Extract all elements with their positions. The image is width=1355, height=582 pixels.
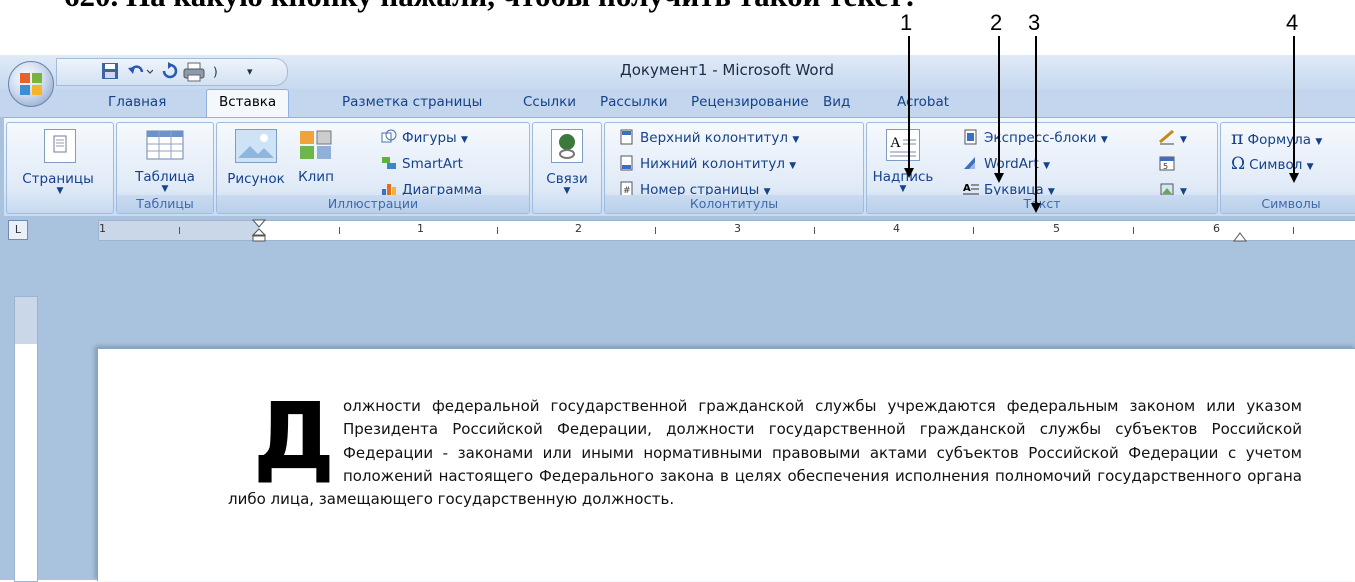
quick-access-toolbar: ) ▾ [56,58,288,86]
textbox-icon: A [886,129,920,161]
title-bar: ) ▾ Документ1 - Microsoft Word [0,55,1355,89]
indent-marker-icon[interactable] [251,219,267,246]
signature-line-button[interactable]: ▼ [1159,129,1187,149]
right-indent-marker-icon[interactable] [1233,229,1247,248]
ruler-number: 1 [99,222,106,235]
group-illustrations: Рисунок Клип Фигуры ▼ SmartArt Диаграмма… [216,122,530,214]
symbol-button[interactable]: Ω Символ ▼ [1231,155,1314,176]
tab-page-layout[interactable]: Разметка страницы [342,94,482,110]
ruler-number: 4 [893,222,900,235]
print-icon[interactable] [183,62,205,87]
callout-number-1: 1 [900,10,913,35]
signature-line-icon [1159,129,1174,145]
smartart-button[interactable]: SmartArt [381,155,463,173]
group-symbols: π Формула ▼ Ω Символ ▼ Символы [1220,122,1355,214]
office-button[interactable] [8,61,54,107]
tab-review[interactable]: Рецензирование [691,94,809,110]
ruler-number: 2 [575,222,582,235]
group-text: A Надпись ▼ Экспресс-блоки ▼ WordArt ▼ A… [866,122,1218,214]
ribbon-tabs: Главная Вставка Разметка страницы Ссылки… [0,89,1355,117]
table-icon [145,129,185,161]
document-paragraph: олжности федеральной государственной гра… [228,397,1302,509]
group-headers-footers: Верхний колонтитул ▼ Нижний колонтитул ▼… [604,122,864,214]
wordart-icon [964,157,975,169]
group-label-text: Текст [867,195,1217,213]
svg-text:A: A [963,183,971,194]
tab-acrobat[interactable]: Acrobat [897,94,949,110]
callout-arrow-3 [1031,36,1041,213]
group-label-headers-footers: Колонтитулы [605,195,863,213]
page-icon [44,129,76,163]
omega-icon: Ω [1231,154,1246,174]
chevron-down-icon: ▼ [899,184,907,194]
shapes-button[interactable]: Фигуры ▼ [381,129,468,149]
date-time-button[interactable]: 5 [1159,155,1180,173]
chevron-down-icon: ▼ [56,186,64,196]
links-icon [551,129,583,163]
horizontal-ruler[interactable]: 1 1 2 3 4 5 6 [98,219,1355,242]
footer-button[interactable]: Нижний колонтитул ▼ [619,155,796,175]
vertical-ruler[interactable] [14,296,38,582]
svg-text:5: 5 [1163,162,1168,171]
group-tables: Таблица ▼ Таблицы [116,122,214,214]
customize-qat-icon[interactable]: ) [213,62,218,82]
callout-number-3: 3 [1028,10,1041,35]
equation-button[interactable]: π Формула ▼ [1231,129,1322,151]
tab-insert[interactable]: Вставка [206,89,290,117]
group-pages: Страницы ▼ [6,122,114,214]
tab-home[interactable]: Главная [108,94,166,110]
callout-number-2: 2 [990,10,1003,35]
svg-text:A: A [890,135,901,151]
calendar-icon: 5 [1159,156,1175,171]
clip-icon [298,129,334,161]
group-label-symbols: Символы [1221,195,1355,213]
links-button[interactable]: Связи ▼ [533,129,601,196]
shapes-icon [381,129,397,143]
textbox-button[interactable]: A Надпись ▼ [861,129,945,194]
tab-references[interactable]: Ссылки [523,94,576,110]
tab-selector[interactable]: L [8,220,28,240]
pi-icon: π [1231,127,1244,149]
ruler-number: 6 [1213,222,1220,235]
group-label-illustrations: Иллюстрации [217,195,529,213]
callout-number-4: 4 [1286,10,1299,35]
chevron-down-icon: ▼ [161,184,169,194]
save-icon[interactable] [101,62,119,85]
clip-button[interactable]: Клип [293,129,339,185]
customize-dropdown-icon[interactable]: ▾ [247,62,253,82]
callout-arrow-1 [904,36,914,178]
ruler-number: 1 [417,222,424,235]
group-label-tables: Таблицы [117,195,213,213]
smartart-icon [382,157,396,169]
pages-button[interactable]: Страницы ▼ [7,129,113,196]
dropcap-letter: Д [253,383,335,490]
ruler-number: 5 [1053,222,1060,235]
table-button[interactable]: Таблица ▼ [117,129,213,194]
tab-view[interactable]: Вид [823,94,850,110]
tab-mailings[interactable]: Рассылки [600,94,667,110]
callout-arrow-2 [994,36,1004,183]
footer-icon [620,155,633,171]
chevron-down-icon: ▼ [563,186,571,196]
picture-button[interactable]: Рисунок [225,129,287,187]
ribbon: Страницы ▼ Таблица ▼ Таблицы Рисунок Кли… [4,117,1355,216]
header-button[interactable]: Верхний колонтитул ▼ [619,129,799,149]
ruler-area: L 1 1 2 3 4 5 6 [0,217,1355,242]
header-icon [620,129,633,145]
undo-icon[interactable] [127,62,154,85]
office-logo-icon [20,73,42,95]
callout-arrow-4 [1289,36,1299,183]
redo-icon[interactable] [161,62,179,85]
ruler-number: 3 [734,222,741,235]
quick-parts-icon [964,129,977,145]
group-links: Связи ▼ [532,122,602,214]
question-title: 620. На какую кнопку нажали, чтобы получ… [64,0,919,14]
picture-icon [235,129,277,163]
window-title: Документ1 - Microsoft Word [620,61,834,79]
document-text[interactable]: Д олжности федеральной государственной г… [228,383,1302,511]
